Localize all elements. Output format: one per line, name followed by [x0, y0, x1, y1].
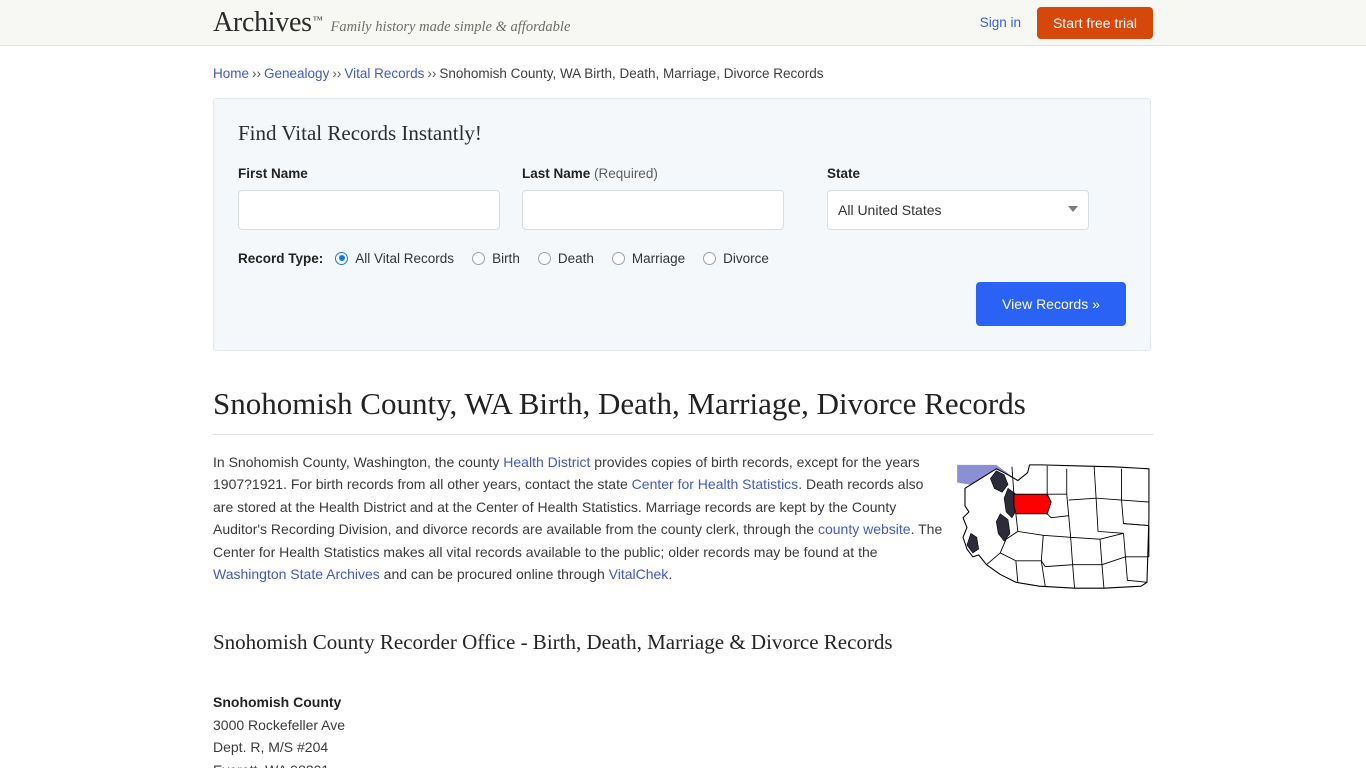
page-container: Home ›› Genealogy ›› Vital Records ›› Snohomis…	[213, 46, 1153, 768]
intro-link[interactable]: Washington State Archives	[213, 566, 380, 582]
first-name-input[interactable]	[238, 189, 500, 230]
breadcrumb-item-vital-records[interactable]: Vital Records	[344, 66, 424, 81]
breadcrumb-separator: ››	[427, 66, 437, 81]
office-address-line-3: Everett, WA 98201	[213, 759, 1153, 768]
washington-state-county-map-icon	[957, 464, 1150, 589]
last-name-label-text: Last Name	[522, 165, 591, 181]
office-name: Snohomish County	[213, 694, 342, 711]
breadcrumb-separator: ››	[252, 66, 262, 81]
record-type-label: Record Type:	[238, 250, 324, 266]
breadcrumb-item-genealogy[interactable]: Genealogy	[264, 66, 329, 81]
radio-mark-icon	[472, 251, 486, 265]
radio-mark-icon	[703, 251, 717, 265]
last-name-label: Last Name (Required)	[522, 166, 784, 181]
intro-link[interactable]: Health District	[503, 454, 590, 470]
breadcrumb: Home ›› Genealogy ›› Vital Records ›› Snohomis…	[213, 46, 1153, 83]
state-label: State	[827, 165, 861, 181]
radio-mark-icon	[611, 251, 625, 265]
search-panel-title: Find Vital Records Instantly!	[238, 120, 482, 145]
section-title-recorder-office: Snohomish County Recorder Office - Birth…	[213, 629, 893, 654]
radio-label-divorce: Divorce	[723, 250, 769, 266]
intro-link[interactable]: VitalChek	[609, 566, 669, 582]
intro-link[interactable]: Center for Health Statistics	[632, 476, 799, 492]
office-address-line-2: Dept. R, M/S #204	[213, 739, 329, 756]
radio-mark-icon	[335, 251, 349, 265]
radio-label-death: Death	[557, 250, 594, 266]
radio-label-marriage: Marriage	[631, 250, 686, 266]
radio-marriage[interactable]: Marriage	[611, 250, 686, 266]
intro-text-run: In Snohomish County, Washington, the cou…	[213, 453, 504, 470]
header-inner: Archives ™ Family history made simple & a…	[213, 0, 1153, 45]
brand-name: Archives	[213, 7, 312, 38]
breadcrumb-separator: ››	[332, 66, 342, 81]
vital-records-search-panel: Find Vital Records Instantly! First Name…	[213, 97, 1151, 351]
radio-label-birth: Birth	[492, 250, 520, 266]
page-title: Snohomish County, WA Birth, Death, Marri…	[213, 385, 1153, 435]
office-address-block: Snohomish County 3000 Rockefeller Ave De…	[213, 691, 1153, 768]
header-actions: Sign in Start free trial	[978, 0, 1153, 45]
sign-in-link[interactable]: Sign in	[978, 12, 1023, 33]
intro-text-run: and can be procured online through	[379, 566, 609, 583]
breadcrumb-item-home[interactable]: Home	[213, 66, 249, 81]
radio-birth[interactable]: Birth	[472, 251, 520, 266]
radio-all-vital-records[interactable]: All Vital Records	[335, 251, 454, 266]
view-records-button[interactable]: View Records »	[976, 281, 1126, 326]
trademark-icon: ™	[312, 15, 323, 26]
intro-link[interactable]: county website	[818, 521, 911, 537]
brand-tagline: Family history made simple & affordable	[330, 19, 571, 35]
first-name-field-group: First Name	[238, 166, 500, 230]
state-field-group: State All United States	[827, 166, 1089, 230]
radio-mark-icon	[537, 251, 551, 265]
last-name-required-note: (Required)	[594, 165, 658, 181]
state-select[interactable]: All United States	[827, 189, 1089, 230]
record-type-row: Record Type: All Vital Records Birth Dea…	[238, 251, 1126, 266]
first-name-label: First Name	[238, 165, 308, 181]
office-address-line-1: 3000 Rockefeller Ave	[213, 716, 346, 733]
site-logo[interactable]: Archives ™ Family history made simple & a…	[213, 7, 570, 39]
last-name-field-group: Last Name (Required)	[522, 166, 784, 230]
state-select-wrap: All United States	[827, 189, 1089, 230]
radio-divorce[interactable]: Divorce	[703, 251, 769, 266]
site-header: Archives ™ Family history made simple & a…	[0, 0, 1366, 46]
last-name-input[interactable]	[522, 189, 784, 230]
intro-section: In Snohomish County, Washington, the cou…	[213, 451, 1153, 591]
intro-text-run: .	[668, 566, 673, 583]
radio-label-all-vital-records: All Vital Records	[355, 250, 455, 266]
radio-death[interactable]: Death	[537, 250, 594, 266]
breadcrumb-item-current: Snohomish County, WA Birth, Death, Marri…	[439, 66, 824, 81]
search-panel-actions: View Records »	[238, 281, 1126, 326]
search-fields-row: First Name Last Name (Required) State Al…	[238, 166, 1126, 230]
start-free-trial-button[interactable]: Start free trial	[1036, 6, 1153, 39]
